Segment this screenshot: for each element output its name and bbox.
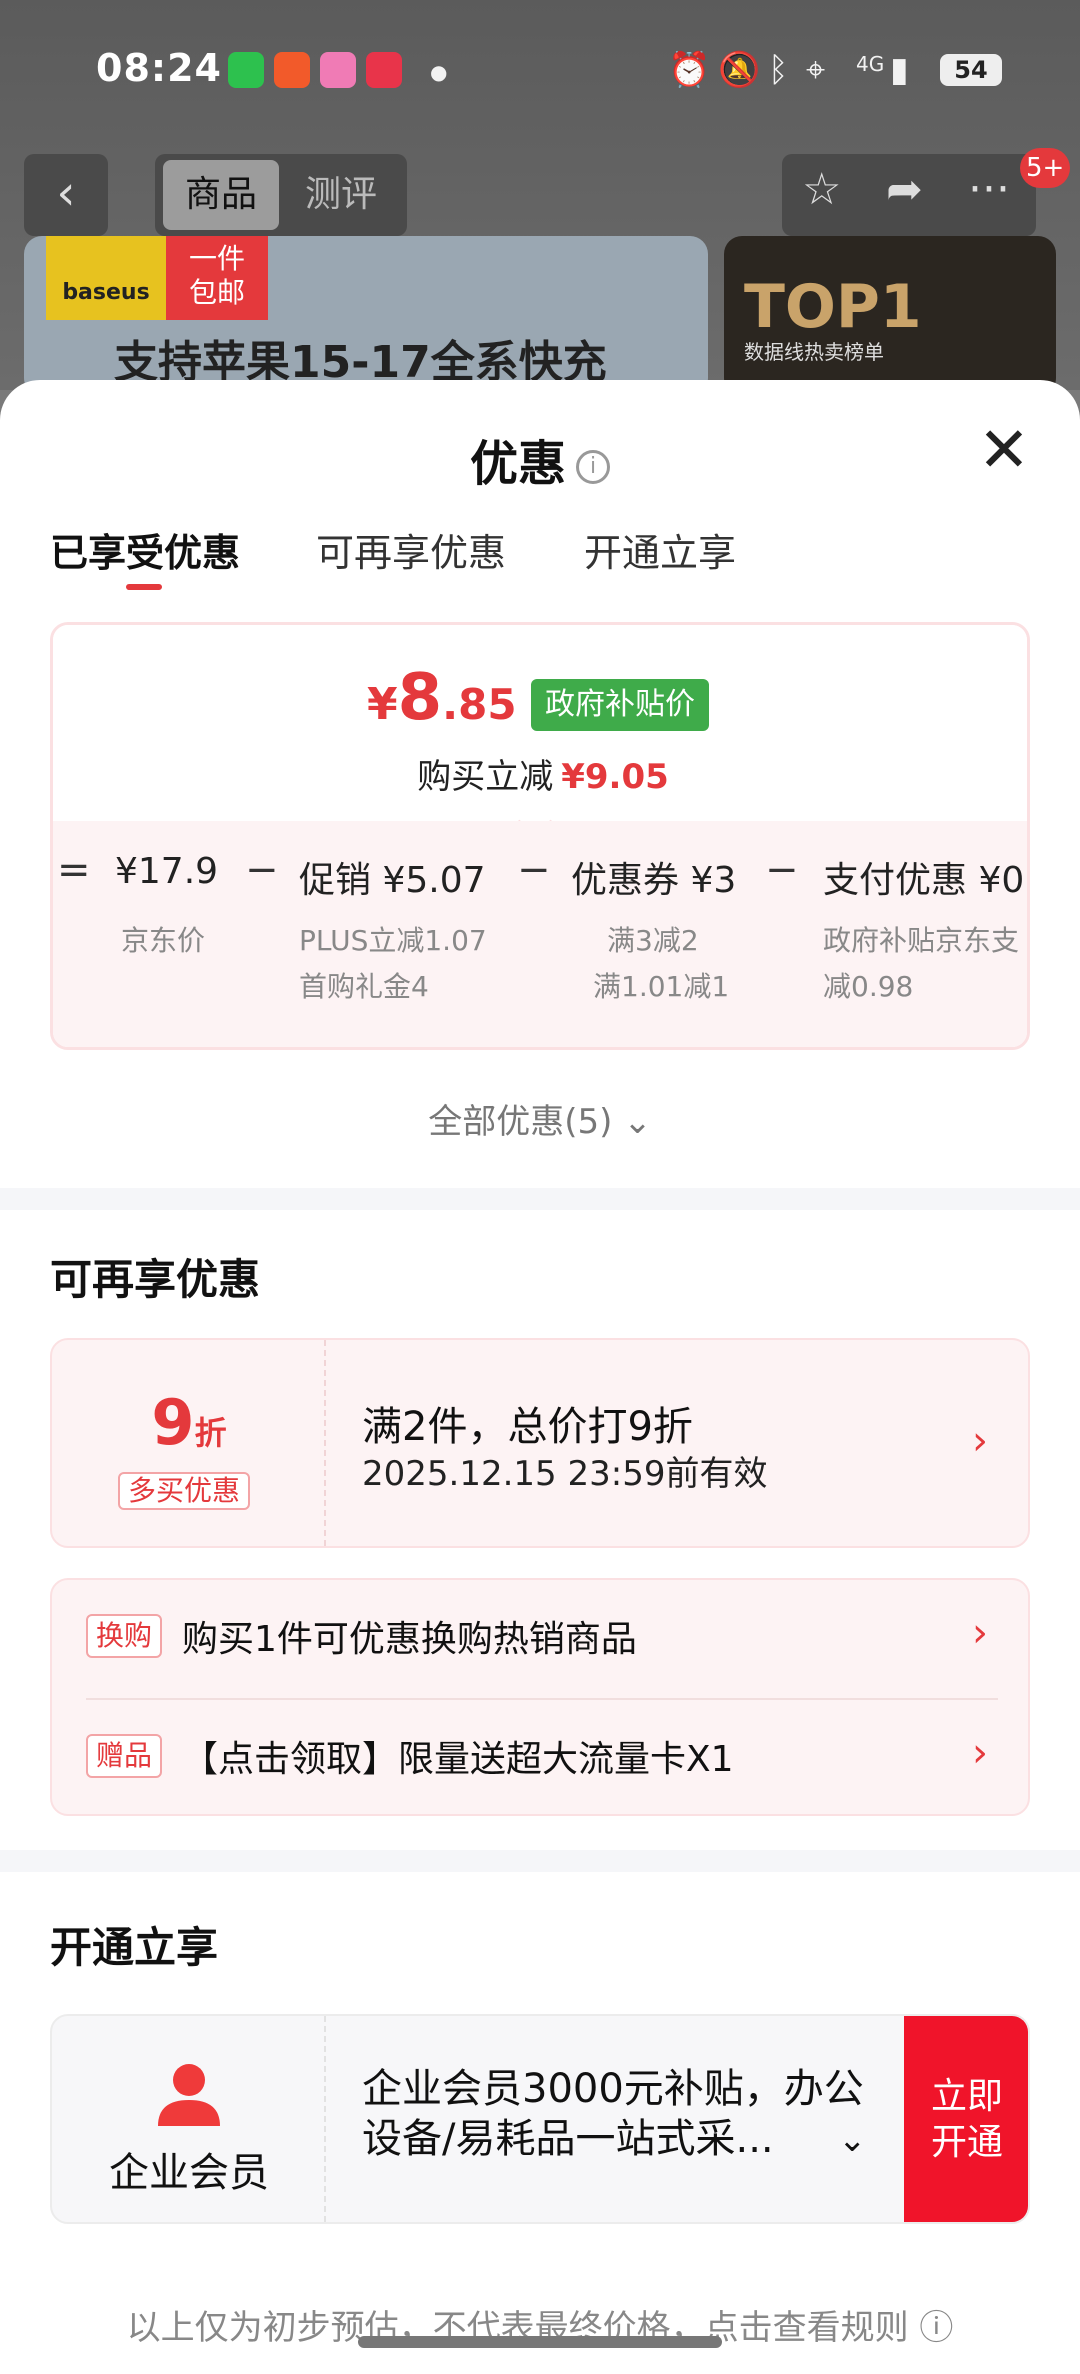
section-divider xyxy=(0,1850,1080,1872)
tab-enjoyed[interactable]: 已享受优惠 xyxy=(50,522,240,577)
list-item-gift[interactable]: 赠品 【点击领取】限量送超大流量卡X1 › xyxy=(52,1700,1032,1818)
action-group: ☆ ➦ ··· xyxy=(782,154,1036,236)
battery-indicator: 54 xyxy=(940,54,1002,86)
all-promotions-toggle[interactable]: 全部优惠(5) ⌄ xyxy=(0,1094,1080,1143)
price-integer: 8 xyxy=(397,661,443,735)
close-icon[interactable]: ✕ xyxy=(978,419,1030,481)
mute-icon: 🔕 xyxy=(718,50,761,90)
ranking-banner[interactable]: TOP1 数据线热卖榜单 xyxy=(724,236,1056,396)
discount-unit: 折 xyxy=(194,1414,227,1452)
tab-review[interactable]: 测评 xyxy=(283,160,399,230)
location-icon: ⌖ xyxy=(806,50,826,90)
list-item-exchange[interactable]: 换购 购买1件可优惠换购热销商品 › xyxy=(52,1580,1032,1698)
favorite-star-icon[interactable]: ☆ xyxy=(802,164,841,215)
share-icon[interactable]: ➦ xyxy=(886,164,923,215)
sheet-title-text: 优惠 xyxy=(469,436,566,492)
product-banner: baseus 一件 包邮 支持苹果15-17全系快充 xyxy=(24,236,708,396)
promotion-sheet: 优惠 i ✕ 已享受优惠 可再享优惠 开通立享 ¥8.85 政府补贴价 购买立减 ¥… xyxy=(0,380,1080,2374)
jd-price-label: 京东价 xyxy=(121,924,206,957)
sheet-title: 优惠 i xyxy=(0,424,1080,494)
chevron-right-icon: › xyxy=(972,1418,988,1464)
info-icon[interactable]: i xyxy=(576,450,610,484)
alarm-icon: ⏰ xyxy=(668,50,711,90)
open-now-button[interactable]: 立即 开通 xyxy=(904,2016,1028,2222)
message-badge: 5+ xyxy=(1020,148,1071,188)
price-card: ¥8.85 政府补贴价 购买立减 ¥9.05 = ¥17.9 京东价 − 促销 ¥… xyxy=(50,622,1030,1050)
discount-badge-area: 9折 多买优惠 xyxy=(52,1340,326,1546)
gift-text: 【点击领取】限量送超大流量卡X1 xyxy=(182,1739,734,1780)
coupon-detail-2: 满1.01减1 xyxy=(593,970,730,1003)
breakdown-op: = xyxy=(57,847,91,893)
signal-icon: ▮ xyxy=(890,50,909,90)
breakdown-op: − xyxy=(765,847,799,893)
promo-detail-1: PLUS立减1.07 xyxy=(299,924,487,957)
person-icon xyxy=(158,2064,220,2126)
price-currency: ¥ xyxy=(367,679,398,730)
ranking-subtitle: 数据线热卖榜单 xyxy=(744,340,884,364)
back-button[interactable]: ‹ xyxy=(24,154,108,236)
tab-indicator xyxy=(126,584,162,590)
chevron-right-icon: › xyxy=(972,1610,988,1656)
tab-switcher: 商品 测评 xyxy=(155,154,407,236)
coupon-detail-1: 满3减2 xyxy=(607,924,699,957)
exchange-text: 购买1件可优惠换购热销商品 xyxy=(182,1619,637,1660)
reduction-label: 购买立减 xyxy=(417,757,554,797)
member-label: 企业会员 xyxy=(109,2150,269,2196)
price-breakdown: = ¥17.9 京东价 − 促销 ¥5.07 PLUS立减1.07 首购礼金4 … xyxy=(53,821,1030,1047)
final-price: ¥8.85 xyxy=(367,661,517,735)
more-dot-icon: ● xyxy=(430,60,448,84)
discount-expiry: 2025.12.15 23:59前有效 xyxy=(362,1454,768,1494)
home-indicator[interactable] xyxy=(358,2336,722,2348)
gift-tag: 赠品 xyxy=(86,1734,163,1778)
bluetooth-icon: ᛒ xyxy=(768,50,789,90)
open-enjoy-title: 开通立享 xyxy=(50,1923,219,1972)
price-decimal: .85 xyxy=(442,680,517,729)
discount-number: 9 xyxy=(151,1386,195,1459)
chevron-down-icon[interactable]: ⌄ xyxy=(838,2120,867,2160)
top-nav: ‹ 商品 测评 ☆ ➦ ··· xyxy=(0,150,1080,240)
status-bar: 08:24 ● ⏰ 🔕 ᛒ ⌖ 4G ▮ 54 xyxy=(0,0,1080,140)
multi-buy-tag: 多买优惠 xyxy=(118,1472,251,1510)
more-icon[interactable]: ··· xyxy=(968,164,1010,215)
all-promotions-label: 全部优惠(5) xyxy=(428,1102,613,1142)
wechat-icon xyxy=(228,52,264,88)
promo-detail-2: 首购礼金4 xyxy=(299,970,429,1003)
price-summary: ¥8.85 政府补贴价 购买立减 ¥9.05 xyxy=(53,625,1027,821)
coupon-amount: 优惠券 ¥3 xyxy=(571,860,737,901)
gift-list-card: 换购 购买1件可优惠换购热销商品 › 赠品 【点击领取】限量送超大流量卡X1 › xyxy=(50,1578,1030,1816)
shopping-app-icon xyxy=(320,52,356,88)
brand-logo: baseus xyxy=(46,236,166,320)
section-divider xyxy=(0,1188,1080,1210)
breakdown-op: − xyxy=(245,847,279,893)
promo-amount: 促销 ¥5.07 xyxy=(299,860,486,901)
news-app-icon xyxy=(366,52,402,88)
exchange-tag: 换购 xyxy=(86,1614,163,1658)
instant-reduction: 购买立减 ¥9.05 xyxy=(53,749,1027,798)
chevron-down-icon: ⌄ xyxy=(623,1102,652,1142)
tab-product[interactable]: 商品 xyxy=(163,160,279,230)
ranking-title: TOP1 xyxy=(744,272,922,342)
payment-detail-2: 减0.98 xyxy=(823,970,914,1003)
member-description[interactable]: 企业会员3000元补贴，办公设备/易耗品一站式采... xyxy=(362,2064,882,2164)
chevron-right-icon: › xyxy=(972,1730,988,1776)
payment-discount-amount: 支付优惠 ¥0. xyxy=(823,860,1030,901)
app-icon xyxy=(274,52,310,88)
tab-open-enjoy[interactable]: 开通立享 xyxy=(584,522,736,577)
enterprise-member-card: 企业会员 企业会员3000元补贴，办公设备/易耗品一站式采... ⌄ 立即 开通 xyxy=(50,2014,1030,2224)
multi-buy-discount-card[interactable]: 9折 多买优惠 满2件，总价打9折 2025.12.15 23:59前有效 › xyxy=(50,1338,1030,1548)
clock: 08:24 xyxy=(96,46,222,90)
reduction-value: ¥9.05 xyxy=(561,757,669,797)
discount-rule: 满2件，总价打9折 xyxy=(362,1404,693,1450)
more-promos-title: 可再享优惠 xyxy=(50,1255,261,1304)
network-type: 4G xyxy=(856,52,885,76)
breakdown-op: − xyxy=(517,847,551,893)
payment-detail-1: 政府补贴京东支 xyxy=(823,924,1020,957)
tab-more-available[interactable]: 可再享优惠 xyxy=(316,522,506,577)
member-badge-area: 企业会员 xyxy=(52,2016,326,2222)
free-shipping-tag: 一件 包邮 xyxy=(166,236,268,320)
info-icon: ⓘ xyxy=(919,2308,954,2348)
gov-subsidy-tag: 政府补贴价 xyxy=(531,679,709,731)
jd-price-amount: ¥17.9 xyxy=(115,851,219,892)
discount-value: 9折 xyxy=(52,1386,326,1459)
